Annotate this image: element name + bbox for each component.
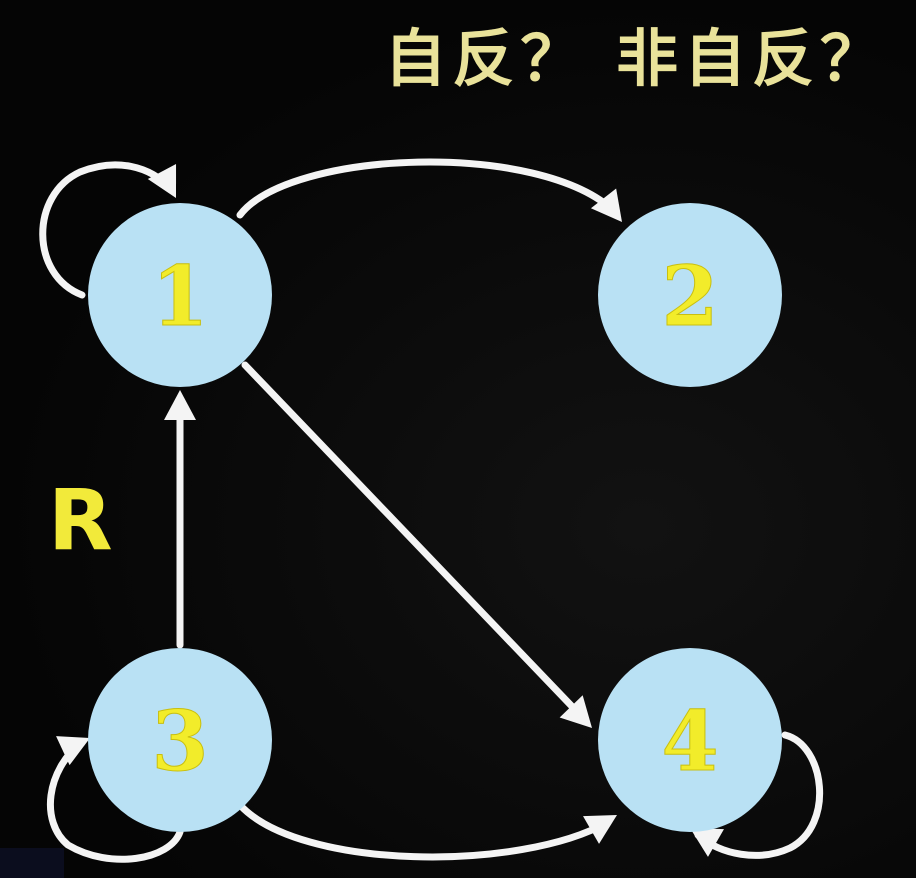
arrowhead-3-to-1 xyxy=(164,390,196,420)
node-4-label: 4 xyxy=(661,694,718,790)
corner-overlay xyxy=(0,848,64,878)
slide-canvas: 自反？ 非自反？ R 1234 xyxy=(0,0,916,878)
node-2: 2 xyxy=(598,203,782,387)
edge-1-to-4 xyxy=(241,361,592,728)
arrowhead-4-to-4 xyxy=(690,828,724,857)
edge-line-3-to-4 xyxy=(236,801,612,861)
node-1: 1 xyxy=(88,203,272,387)
arrowhead-1-to-1 xyxy=(147,164,177,198)
edge-line-1-to-2 xyxy=(236,158,619,219)
edge-3-to-1 xyxy=(164,390,196,649)
node-3: 3 xyxy=(88,648,272,832)
nodes-layer: 1 2 3 4 xyxy=(88,203,782,832)
edge-line-1-to-4 xyxy=(241,361,589,724)
node-1-label: 1 xyxy=(151,249,208,345)
directed-graph: 1 2 3 4 xyxy=(39,158,824,863)
node-3-label: 3 xyxy=(151,694,208,790)
edge-1-to-2 xyxy=(236,158,622,222)
node-2-label: 2 xyxy=(661,249,718,345)
node-4: 4 xyxy=(598,648,782,832)
edge-3-to-4 xyxy=(236,801,617,861)
